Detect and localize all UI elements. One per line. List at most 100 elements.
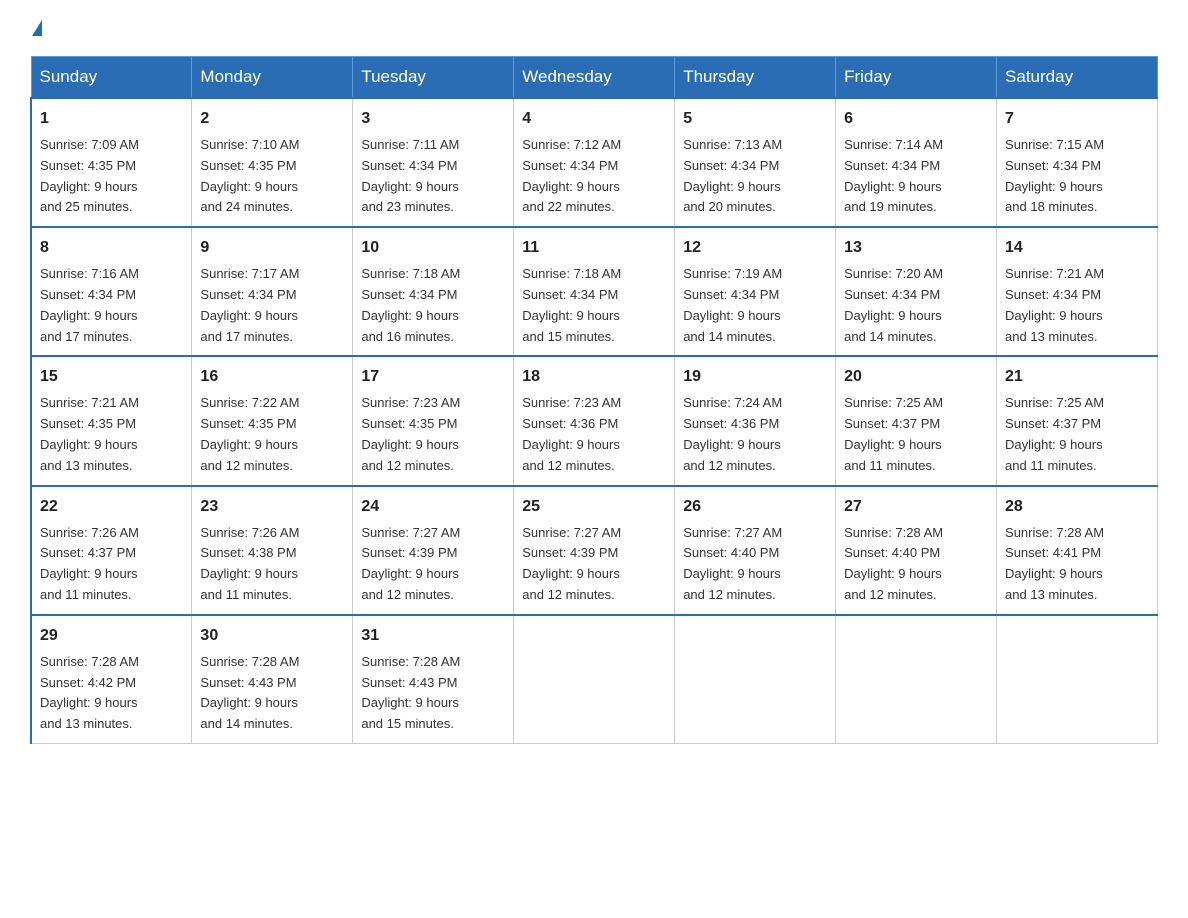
day-info: Sunrise: 7:11 AM Sunset: 4:34 PM Dayligh…	[361, 135, 505, 218]
day-number: 21	[1005, 365, 1149, 389]
day-info: Sunrise: 7:25 AM Sunset: 4:37 PM Dayligh…	[844, 393, 988, 476]
calendar-cell	[997, 615, 1158, 744]
day-info: Sunrise: 7:10 AM Sunset: 4:35 PM Dayligh…	[200, 135, 344, 218]
calendar-cell: 11 Sunrise: 7:18 AM Sunset: 4:34 PM Dayl…	[514, 227, 675, 356]
day-info: Sunrise: 7:13 AM Sunset: 4:34 PM Dayligh…	[683, 135, 827, 218]
calendar-cell: 9 Sunrise: 7:17 AM Sunset: 4:34 PM Dayli…	[192, 227, 353, 356]
day-info: Sunrise: 7:20 AM Sunset: 4:34 PM Dayligh…	[844, 264, 988, 347]
day-number: 20	[844, 365, 988, 389]
week-row-4: 22 Sunrise: 7:26 AM Sunset: 4:37 PM Dayl…	[31, 486, 1158, 615]
day-number: 11	[522, 236, 666, 260]
calendar-cell: 14 Sunrise: 7:21 AM Sunset: 4:34 PM Dayl…	[997, 227, 1158, 356]
calendar-cell	[836, 615, 997, 744]
day-info: Sunrise: 7:28 AM Sunset: 4:41 PM Dayligh…	[1005, 523, 1149, 606]
calendar-cell: 29 Sunrise: 7:28 AM Sunset: 4:42 PM Dayl…	[31, 615, 192, 744]
day-info: Sunrise: 7:15 AM Sunset: 4:34 PM Dayligh…	[1005, 135, 1149, 218]
day-info: Sunrise: 7:23 AM Sunset: 4:36 PM Dayligh…	[522, 393, 666, 476]
day-info: Sunrise: 7:17 AM Sunset: 4:34 PM Dayligh…	[200, 264, 344, 347]
calendar-cell: 10 Sunrise: 7:18 AM Sunset: 4:34 PM Dayl…	[353, 227, 514, 356]
calendar-cell: 21 Sunrise: 7:25 AM Sunset: 4:37 PM Dayl…	[997, 356, 1158, 485]
day-number: 9	[200, 236, 344, 260]
calendar-cell: 18 Sunrise: 7:23 AM Sunset: 4:36 PM Dayl…	[514, 356, 675, 485]
day-info: Sunrise: 7:28 AM Sunset: 4:43 PM Dayligh…	[200, 652, 344, 735]
day-number: 6	[844, 107, 988, 131]
logo: Blue	[30, 20, 44, 36]
day-number: 17	[361, 365, 505, 389]
day-number: 7	[1005, 107, 1149, 131]
week-row-1: 1 Sunrise: 7:09 AM Sunset: 4:35 PM Dayli…	[31, 98, 1158, 227]
calendar-cell: 12 Sunrise: 7:19 AM Sunset: 4:34 PM Dayl…	[675, 227, 836, 356]
day-number: 10	[361, 236, 505, 260]
weekday-header-friday: Friday	[836, 57, 997, 99]
day-number: 27	[844, 495, 988, 519]
day-number: 30	[200, 624, 344, 648]
day-number: 28	[1005, 495, 1149, 519]
day-number: 14	[1005, 236, 1149, 260]
calendar-cell: 28 Sunrise: 7:28 AM Sunset: 4:41 PM Dayl…	[997, 486, 1158, 615]
day-number: 19	[683, 365, 827, 389]
calendar-cell: 7 Sunrise: 7:15 AM Sunset: 4:34 PM Dayli…	[997, 98, 1158, 227]
page-header: Blue	[30, 20, 1158, 36]
calendar-cell: 3 Sunrise: 7:11 AM Sunset: 4:34 PM Dayli…	[353, 98, 514, 227]
day-info: Sunrise: 7:25 AM Sunset: 4:37 PM Dayligh…	[1005, 393, 1149, 476]
calendar-cell: 30 Sunrise: 7:28 AM Sunset: 4:43 PM Dayl…	[192, 615, 353, 744]
day-number: 8	[40, 236, 183, 260]
calendar-table: SundayMondayTuesdayWednesdayThursdayFrid…	[30, 56, 1158, 744]
day-info: Sunrise: 7:21 AM Sunset: 4:34 PM Dayligh…	[1005, 264, 1149, 347]
day-info: Sunrise: 7:26 AM Sunset: 4:38 PM Dayligh…	[200, 523, 344, 606]
day-number: 26	[683, 495, 827, 519]
calendar-cell: 1 Sunrise: 7:09 AM Sunset: 4:35 PM Dayli…	[31, 98, 192, 227]
day-info: Sunrise: 7:27 AM Sunset: 4:39 PM Dayligh…	[522, 523, 666, 606]
calendar-cell	[675, 615, 836, 744]
day-number: 22	[40, 495, 183, 519]
week-row-2: 8 Sunrise: 7:16 AM Sunset: 4:34 PM Dayli…	[31, 227, 1158, 356]
calendar-cell: 23 Sunrise: 7:26 AM Sunset: 4:38 PM Dayl…	[192, 486, 353, 615]
day-info: Sunrise: 7:09 AM Sunset: 4:35 PM Dayligh…	[40, 135, 183, 218]
calendar-cell: 31 Sunrise: 7:28 AM Sunset: 4:43 PM Dayl…	[353, 615, 514, 744]
calendar-cell: 8 Sunrise: 7:16 AM Sunset: 4:34 PM Dayli…	[31, 227, 192, 356]
day-number: 25	[522, 495, 666, 519]
calendar-cell: 5 Sunrise: 7:13 AM Sunset: 4:34 PM Dayli…	[675, 98, 836, 227]
day-number: 29	[40, 624, 183, 648]
day-info: Sunrise: 7:19 AM Sunset: 4:34 PM Dayligh…	[683, 264, 827, 347]
day-number: 31	[361, 624, 505, 648]
calendar-cell: 2 Sunrise: 7:10 AM Sunset: 4:35 PM Dayli…	[192, 98, 353, 227]
calendar-cell: 19 Sunrise: 7:24 AM Sunset: 4:36 PM Dayl…	[675, 356, 836, 485]
calendar-cell: 17 Sunrise: 7:23 AM Sunset: 4:35 PM Dayl…	[353, 356, 514, 485]
day-info: Sunrise: 7:14 AM Sunset: 4:34 PM Dayligh…	[844, 135, 988, 218]
day-number: 2	[200, 107, 344, 131]
weekday-header-tuesday: Tuesday	[353, 57, 514, 99]
calendar-cell: 20 Sunrise: 7:25 AM Sunset: 4:37 PM Dayl…	[836, 356, 997, 485]
weekday-header-wednesday: Wednesday	[514, 57, 675, 99]
day-info: Sunrise: 7:23 AM Sunset: 4:35 PM Dayligh…	[361, 393, 505, 476]
calendar-cell: 16 Sunrise: 7:22 AM Sunset: 4:35 PM Dayl…	[192, 356, 353, 485]
weekday-header-row: SundayMondayTuesdayWednesdayThursdayFrid…	[31, 57, 1158, 99]
logo-triangle-icon	[32, 20, 42, 36]
calendar-cell: 13 Sunrise: 7:20 AM Sunset: 4:34 PM Dayl…	[836, 227, 997, 356]
day-number: 13	[844, 236, 988, 260]
day-number: 15	[40, 365, 183, 389]
day-info: Sunrise: 7:21 AM Sunset: 4:35 PM Dayligh…	[40, 393, 183, 476]
calendar-cell: 27 Sunrise: 7:28 AM Sunset: 4:40 PM Dayl…	[836, 486, 997, 615]
day-number: 3	[361, 107, 505, 131]
day-number: 16	[200, 365, 344, 389]
calendar-cell: 22 Sunrise: 7:26 AM Sunset: 4:37 PM Dayl…	[31, 486, 192, 615]
weekday-header-thursday: Thursday	[675, 57, 836, 99]
day-info: Sunrise: 7:18 AM Sunset: 4:34 PM Dayligh…	[361, 264, 505, 347]
day-number: 4	[522, 107, 666, 131]
weekday-header-saturday: Saturday	[997, 57, 1158, 99]
day-info: Sunrise: 7:28 AM Sunset: 4:42 PM Dayligh…	[40, 652, 183, 735]
day-number: 1	[40, 107, 183, 131]
day-info: Sunrise: 7:27 AM Sunset: 4:39 PM Dayligh…	[361, 523, 505, 606]
day-number: 5	[683, 107, 827, 131]
calendar-cell: 26 Sunrise: 7:27 AM Sunset: 4:40 PM Dayl…	[675, 486, 836, 615]
day-info: Sunrise: 7:18 AM Sunset: 4:34 PM Dayligh…	[522, 264, 666, 347]
week-row-3: 15 Sunrise: 7:21 AM Sunset: 4:35 PM Dayl…	[31, 356, 1158, 485]
day-number: 12	[683, 236, 827, 260]
weekday-header-monday: Monday	[192, 57, 353, 99]
weekday-header-sunday: Sunday	[31, 57, 192, 99]
day-info: Sunrise: 7:22 AM Sunset: 4:35 PM Dayligh…	[200, 393, 344, 476]
day-number: 23	[200, 495, 344, 519]
calendar-cell: 15 Sunrise: 7:21 AM Sunset: 4:35 PM Dayl…	[31, 356, 192, 485]
calendar-cell: 6 Sunrise: 7:14 AM Sunset: 4:34 PM Dayli…	[836, 98, 997, 227]
